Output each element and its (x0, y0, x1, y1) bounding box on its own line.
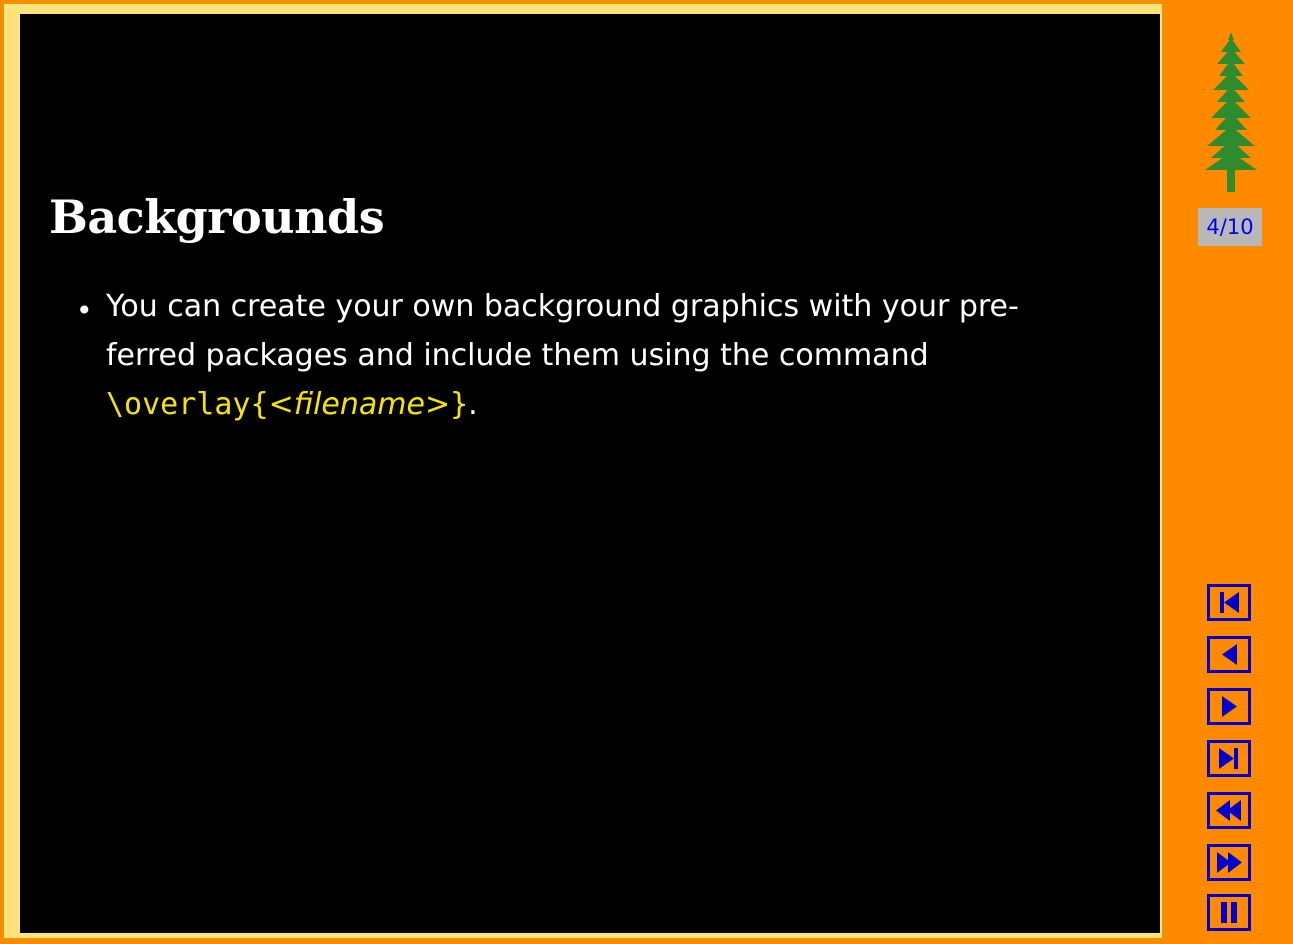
go-back-button[interactable] (1207, 792, 1251, 829)
redwood-tree-icon (1201, 30, 1261, 198)
previous-icon (1222, 644, 1237, 665)
last-page-button[interactable] (1207, 740, 1251, 777)
next-page-button[interactable] (1207, 688, 1251, 725)
command-suffix: } (450, 387, 469, 422)
bullet-text-line-1: You can create your own background graph… (106, 289, 1019, 324)
slide-title: Backgrounds (49, 190, 385, 244)
command-arg-close: > (424, 387, 451, 422)
first-page-button[interactable] (1207, 584, 1251, 621)
command-arg-open: < (268, 387, 294, 422)
page-counter: 4/10 (1198, 208, 1262, 246)
slide-frame (2, 2, 1164, 940)
bullet-item: • You can create your own background gra… (76, 282, 1136, 429)
previous-page-button[interactable] (1207, 636, 1251, 673)
command-trailing-period: . (468, 387, 478, 422)
sidebar: 4/10 (1167, 0, 1293, 944)
bullet-list: • You can create your own background gra… (76, 282, 1136, 429)
command-arg-name: filename (293, 387, 425, 422)
bullet-text-line-2: ferred packages and include them using t… (106, 338, 929, 373)
pause-button[interactable] (1207, 894, 1251, 931)
command-prefix: \overlay{ (106, 387, 269, 422)
fast-forward-icon (1217, 852, 1242, 873)
bullet-command-line: \overlay{<filename>}. (106, 380, 1136, 429)
pause-icon (1221, 902, 1237, 923)
go-forward-button[interactable] (1207, 844, 1251, 881)
skip-last-icon (1219, 748, 1238, 769)
rewind-icon (1216, 800, 1241, 821)
slide: Backgrounds • You can create your own ba… (0, 0, 1293, 944)
bullet-marker: • (76, 294, 93, 327)
skip-first-icon (1220, 592, 1239, 613)
slide-content (20, 14, 1160, 933)
next-icon (1222, 696, 1237, 717)
